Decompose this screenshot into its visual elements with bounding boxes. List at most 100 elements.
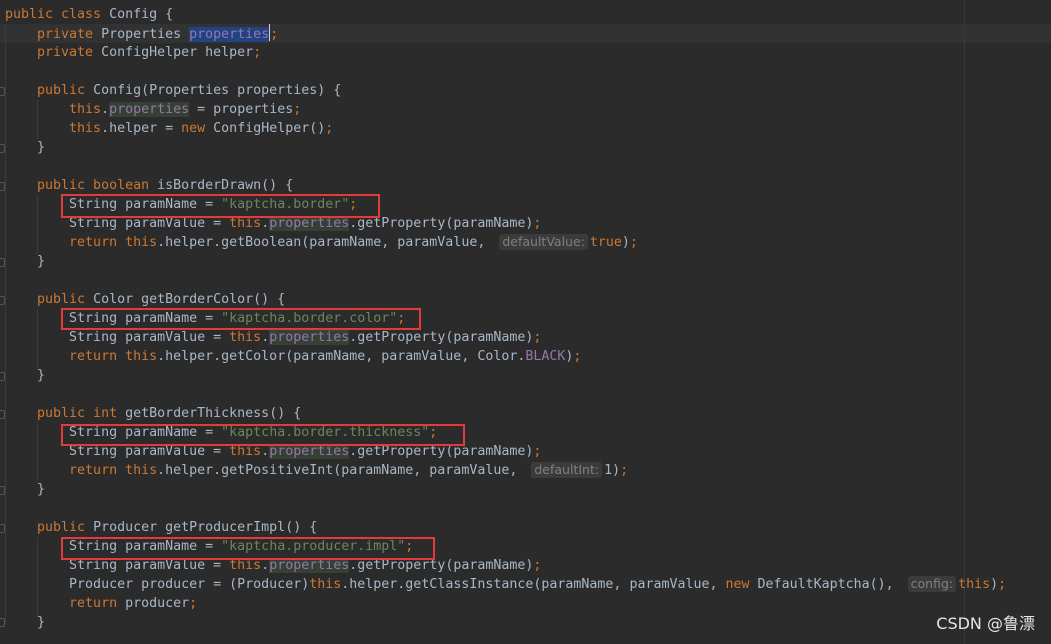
code-token: .: [261, 444, 270, 459]
code-line[interactable]: public int getBorderThickness() {: [5, 404, 301, 423]
code-line[interactable]: this.properties = properties;: [5, 100, 301, 119]
code-token: this: [5, 102, 102, 117]
code-token: public: [5, 292, 94, 307]
code-line[interactable]: return this.helper.getBoolean(paramName,…: [5, 233, 638, 252]
code-line[interactable]: return this.helper.getPositiveInt(paramN…: [5, 461, 628, 480]
code-line[interactable]: }: [5, 252, 45, 271]
code-token: return: [5, 596, 126, 611]
code-token: .getProperty(paramName): [349, 330, 534, 345]
code-token: ;: [998, 577, 1007, 592]
highlight-box-producer-impl: [61, 537, 435, 560]
code-token: public boolean: [5, 178, 158, 193]
code-line[interactable]: private Properties properties;: [5, 24, 278, 43]
indent-guide: [37, 423, 38, 483]
code-token: Color getBorderColor() {: [93, 292, 286, 307]
code-line[interactable]: }: [5, 613, 45, 632]
code-token: }: [5, 482, 46, 497]
code-line[interactable]: public class Config {: [5, 5, 173, 24]
indent-guide: [37, 100, 38, 140]
code-token: Producer producer = (Producer): [5, 577, 310, 592]
code-token: return this: [5, 349, 158, 364]
code-token: properties: [269, 216, 350, 231]
code-line[interactable]: public Color getBorderColor() {: [5, 290, 285, 309]
code-token: ;: [325, 121, 334, 136]
code-token: isBorderDrawn() {: [157, 178, 294, 193]
code-token: return this: [5, 235, 158, 250]
code-line[interactable]: public Producer getProducerImpl() {: [5, 518, 317, 537]
code-token: Config(Properties properties) {: [93, 83, 342, 98]
code-token: ;: [270, 27, 279, 42]
code-token: ;: [293, 102, 302, 117]
code-token: .getProperty(paramName): [349, 444, 534, 459]
code-token: private: [5, 45, 102, 60]
code-token: this: [958, 577, 991, 592]
code-token: }: [5, 368, 46, 383]
code-token: .helper.getBoolean(paramName, paramValue…: [157, 235, 494, 250]
code-token: public: [5, 520, 94, 535]
code-token: ): [621, 235, 630, 250]
code-token: String paramValue =: [5, 558, 230, 573]
code-token: ): [990, 577, 999, 592]
code-token: = properties: [189, 102, 294, 117]
code-line[interactable]: return producer;: [5, 594, 197, 613]
code-token: ;: [533, 330, 542, 345]
code-token: properties: [269, 558, 350, 573]
code-line[interactable]: this.helper = new ConfigHelper();: [5, 119, 333, 138]
code-token: ;: [533, 558, 542, 573]
right-margin-guide: [964, 0, 965, 644]
code-token: String paramValue =: [5, 216, 230, 231]
code-token: private: [5, 27, 102, 42]
code-line[interactable]: }: [5, 366, 45, 385]
code-token: properties: [269, 330, 350, 345]
code-token: }: [5, 140, 46, 155]
code-token: this: [229, 330, 262, 345]
code-line[interactable]: Producer producer = (Producer)this.helpe…: [5, 575, 1006, 594]
code-line[interactable]: String paramValue = this.properties.getP…: [5, 328, 541, 347]
code-token: .getProperty(paramName): [349, 216, 534, 231]
code-line[interactable]: public Config(Properties properties) {: [5, 81, 341, 100]
code-line[interactable]: }: [5, 480, 45, 499]
highlight-box-border-thickness: [61, 424, 465, 446]
code-line[interactable]: return this.helper.getColor(paramName, p…: [5, 347, 581, 366]
parameter-hint: defaultInt:: [531, 462, 603, 478]
code-token: Producer getProducerImpl() {: [93, 520, 318, 535]
code-token: ;: [189, 596, 198, 611]
code-token: getBorderThickness() {: [125, 406, 302, 421]
code-token: properties: [269, 444, 350, 459]
code-token: DefaultKaptcha(),: [757, 577, 902, 592]
code-token: this: [229, 558, 262, 573]
code-token: String paramValue =: [5, 444, 230, 459]
code-token: ;: [533, 444, 542, 459]
code-token: this: [309, 577, 342, 592]
code-token: new: [725, 577, 758, 592]
code-token: properties: [189, 27, 270, 42]
code-token: ;: [253, 45, 262, 60]
code-editor[interactable]: public class Config { private Properties…: [0, 0, 1051, 644]
code-token: ConfigHelper(): [213, 121, 326, 136]
code-token: public int: [5, 406, 126, 421]
code-token: .helper =: [101, 121, 182, 136]
code-token: true: [589, 235, 622, 250]
code-line[interactable]: }: [5, 138, 45, 157]
csdn-watermark: CSDN @鲁漂: [936, 614, 1035, 633]
code-token: .helper.getClassInstance(paramName, para…: [341, 577, 726, 592]
code-line[interactable]: private ConfigHelper helper;: [5, 43, 261, 62]
code-token: return this: [5, 463, 158, 478]
indent-guide: [37, 537, 38, 617]
code-token: .: [261, 216, 270, 231]
indent-guide: [5, 24, 6, 624]
code-line[interactable]: public boolean isBorderDrawn() {: [5, 176, 293, 195]
code-token: .getProperty(paramName): [349, 558, 534, 573]
code-token: .: [101, 102, 110, 117]
code-token: Properties: [101, 27, 190, 42]
code-token: producer: [125, 596, 190, 611]
code-token: .: [261, 330, 270, 345]
code-token: .helper.getColor(paramName, paramValue, …: [157, 349, 526, 364]
code-token: .: [261, 558, 270, 573]
highlight-box-border: [61, 194, 380, 218]
code-token: ;: [573, 349, 582, 364]
code-token: this: [229, 444, 262, 459]
code-token: this: [229, 216, 262, 231]
code-token: new: [181, 121, 214, 136]
code-token: .helper.getPositiveInt(paramName, paramV…: [157, 463, 526, 478]
